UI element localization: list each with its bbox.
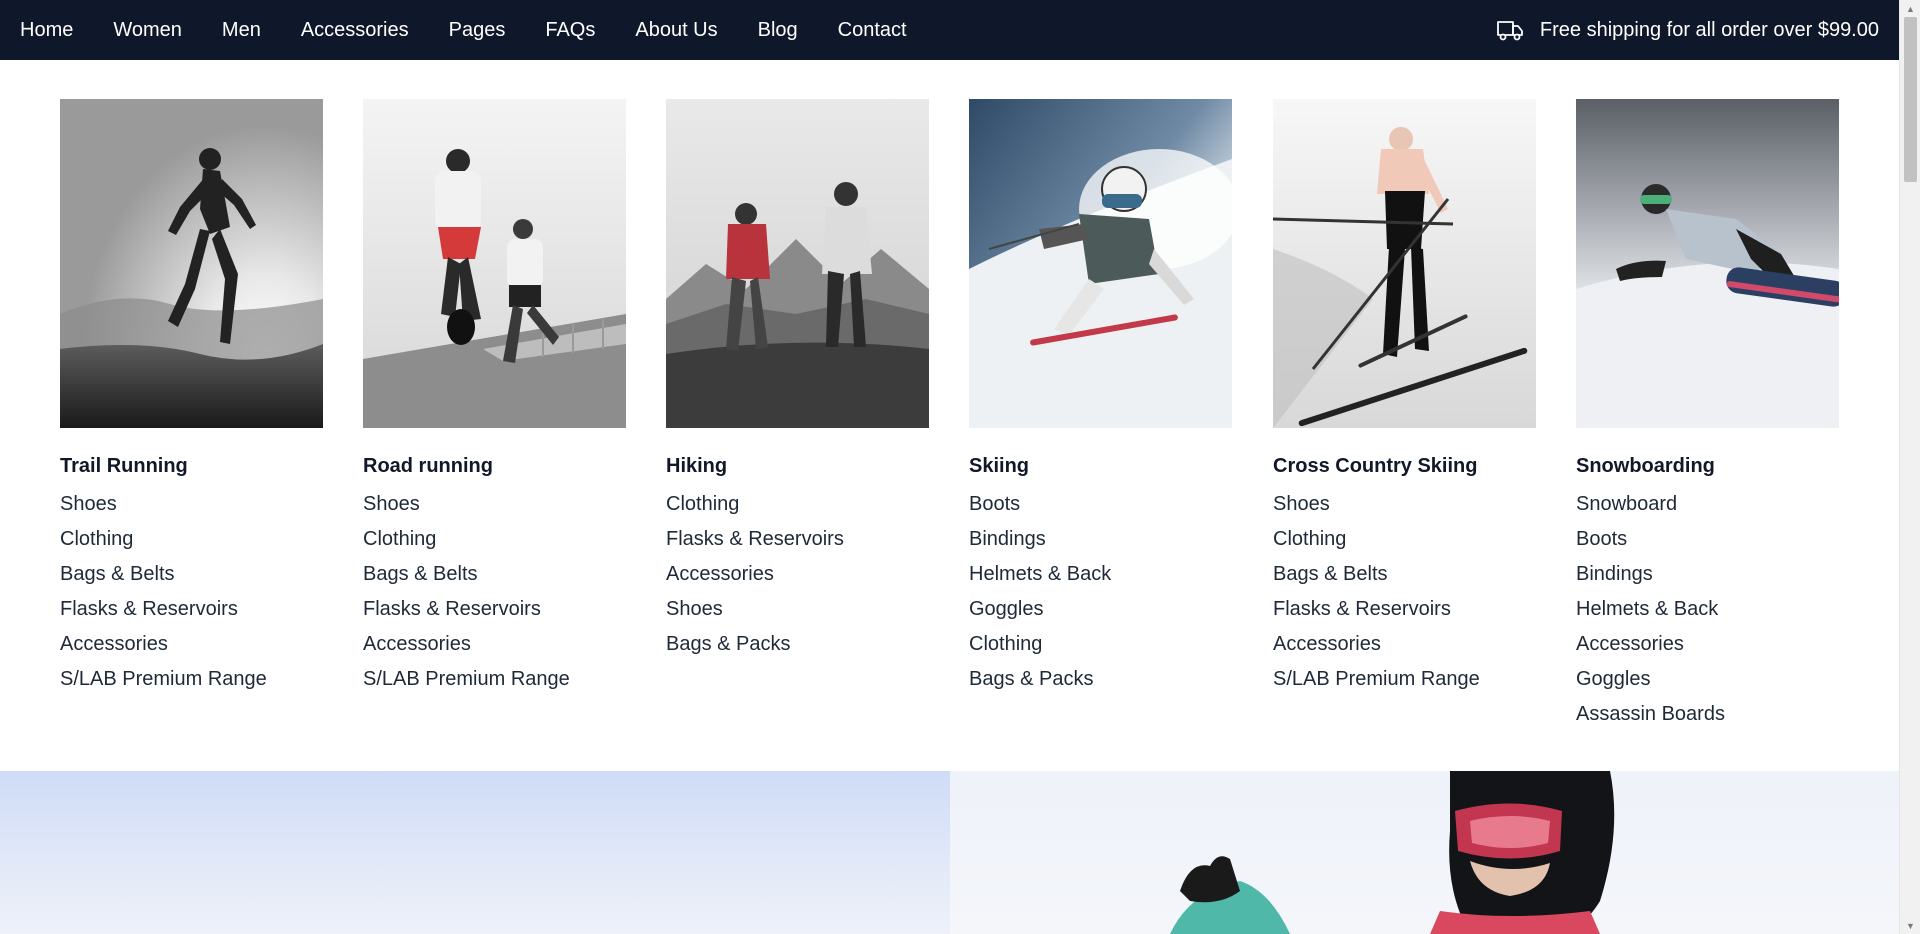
cross-country-skiing-photo[interactable] (1273, 99, 1536, 428)
menu-column-road-running: Road running Shoes Clothing Bags & Belts… (363, 99, 626, 697)
nav-link-pages[interactable]: Pages (449, 0, 506, 60)
hiking-photo[interactable] (666, 99, 929, 428)
menu-link-list: Snowboard Boots Bindings Helmets & Back … (1576, 487, 1839, 732)
menu-link[interactable]: Boots (1576, 522, 1839, 557)
shipping-text: Free shipping for all order over $99.00 (1539, 18, 1879, 41)
menu-link[interactable]: Clothing (363, 522, 626, 557)
hero-banner-left (0, 771, 950, 934)
menu-link[interactable]: S/LAB Premium Range (363, 662, 626, 697)
nav-link-blog[interactable]: Blog (758, 0, 798, 60)
menu-link[interactable]: Bags & Belts (1273, 557, 1536, 592)
menu-link[interactable]: Bags & Belts (363, 557, 626, 592)
menu-column-hiking: Hiking Clothing Flasks & Reservoirs Acce… (666, 99, 929, 662)
menu-link[interactable]: Accessories (1576, 627, 1839, 662)
nav-link-contact[interactable]: Contact (838, 0, 907, 60)
nav-link-faqs[interactable]: FAQs (545, 0, 595, 60)
scroll-up-arrow-icon[interactable]: ▲ (1900, 0, 1920, 17)
nav-link-home[interactable]: Home (20, 0, 73, 60)
menu-link[interactable]: Boots (969, 487, 1232, 522)
menu-link-list: Shoes Clothing Bags & Belts Flasks & Res… (363, 487, 626, 697)
menu-link-list: Clothing Flasks & Reservoirs Accessories… (666, 487, 929, 662)
menu-link[interactable]: Goggles (1576, 662, 1839, 697)
menu-link[interactable]: Snowboard (1576, 487, 1839, 522)
menu-column-title[interactable]: Snowboarding (1576, 451, 1839, 481)
menu-link[interactable]: Helmets & Back (969, 557, 1232, 592)
menu-link[interactable]: Flasks & Reservoirs (60, 592, 323, 627)
shipping-notice: Free shipping for all order over $99.00 (1496, 18, 1879, 42)
nav-link-men[interactable]: Men (222, 0, 261, 60)
road-running-photo[interactable] (363, 99, 626, 428)
menu-link[interactable]: Goggles (969, 592, 1232, 627)
menu-link[interactable]: Helmets & Back (1576, 592, 1839, 627)
mega-menu: Trail Running Shoes Clothing Bags & Belt… (0, 60, 1899, 771)
top-navigation-bar: Home Women Men Accessories Pages FAQs Ab… (0, 0, 1899, 60)
menu-link-list: Shoes Clothing Bags & Belts Flasks & Res… (60, 487, 323, 697)
menu-column-title[interactable]: Trail Running (60, 451, 323, 481)
menu-link[interactable]: Shoes (363, 487, 626, 522)
menu-link[interactable]: Clothing (1273, 522, 1536, 557)
main-nav: Home Women Men Accessories Pages FAQs Ab… (20, 0, 947, 60)
menu-link-list: Shoes Clothing Bags & Belts Flasks & Res… (1273, 487, 1536, 697)
menu-link[interactable]: Accessories (60, 627, 323, 662)
menu-link[interactable]: Accessories (1273, 627, 1536, 662)
menu-link[interactable]: Shoes (1273, 487, 1536, 522)
menu-column-title[interactable]: Skiing (969, 451, 1232, 481)
menu-column-title[interactable]: Road running (363, 451, 626, 481)
menu-link-list: Boots Bindings Helmets & Back Goggles Cl… (969, 487, 1232, 697)
menu-link[interactable]: Accessories (363, 627, 626, 662)
menu-column-trail-running: Trail Running Shoes Clothing Bags & Belt… (60, 99, 323, 697)
menu-link[interactable]: Bindings (1576, 557, 1839, 592)
scrollbar-thumb[interactable] (1904, 17, 1917, 182)
nav-link-about-us[interactable]: About Us (635, 0, 717, 60)
menu-link[interactable]: Bags & Belts (60, 557, 323, 592)
menu-link[interactable]: Bags & Packs (666, 627, 929, 662)
menu-column-cross-country-skiing: Cross Country Skiing Shoes Clothing Bags… (1273, 99, 1536, 697)
nav-link-accessories[interactable]: Accessories (301, 0, 409, 60)
menu-link[interactable]: Shoes (60, 487, 323, 522)
menu-column-snowboarding: Snowboarding Snowboard Boots Bindings He… (1576, 99, 1839, 732)
vertical-scrollbar[interactable]: ▲ ▼ (1899, 0, 1920, 934)
nav-link-women[interactable]: Women (113, 0, 182, 60)
menu-link[interactable]: Flasks & Reservoirs (666, 522, 929, 557)
menu-link[interactable]: Clothing (666, 487, 929, 522)
menu-link[interactable]: S/LAB Premium Range (1273, 662, 1536, 697)
trail-running-photo[interactable] (60, 99, 323, 428)
menu-link[interactable]: Flasks & Reservoirs (363, 592, 626, 627)
menu-link[interactable]: Clothing (60, 522, 323, 557)
menu-link[interactable]: Bindings (969, 522, 1232, 557)
menu-column-title[interactable]: Hiking (666, 451, 929, 481)
menu-link[interactable]: S/LAB Premium Range (60, 662, 323, 697)
snowboarding-photo[interactable] (1576, 99, 1839, 428)
menu-link[interactable]: Bags & Packs (969, 662, 1232, 697)
scroll-down-arrow-icon[interactable]: ▼ (1900, 917, 1920, 934)
hero-banner-image (950, 771, 1899, 934)
menu-column-skiing: Skiing Boots Bindings Helmets & Back Gog… (969, 99, 1232, 697)
menu-link[interactable]: Flasks & Reservoirs (1273, 592, 1536, 627)
menu-link[interactable]: Assassin Boards (1576, 697, 1839, 732)
truck-icon (1496, 18, 1524, 42)
menu-link[interactable]: Accessories (666, 557, 929, 592)
menu-link[interactable]: Clothing (969, 627, 1232, 662)
skiing-photo[interactable] (969, 99, 1232, 428)
menu-link[interactable]: Shoes (666, 592, 929, 627)
menu-column-title[interactable]: Cross Country Skiing (1273, 451, 1536, 481)
